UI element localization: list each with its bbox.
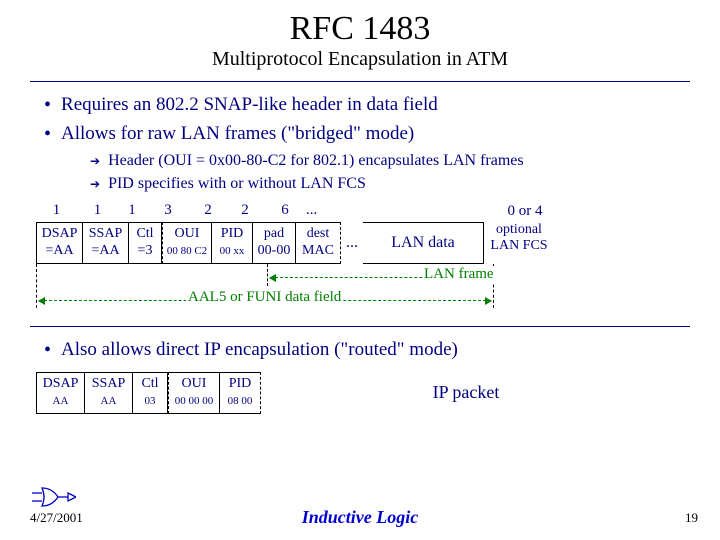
divider [30, 81, 690, 82]
d0t: DSAP [43, 376, 79, 391]
w0: 1 [36, 202, 77, 219]
slide-title: RFC 1483 [30, 10, 690, 48]
d1b: AA [101, 395, 117, 407]
d1t: SSAP [92, 376, 125, 391]
ip-packet-label: IP packet [336, 382, 596, 403]
footer-brand: Inductive Logic [0, 507, 720, 528]
slide-subtitle: Multiprotocol Encapsulation in ATM [30, 48, 690, 71]
divider-2 [30, 326, 690, 327]
w7: ... [306, 202, 336, 219]
footer-page-number: 19 [685, 510, 698, 526]
d4t: PID [229, 376, 252, 391]
fcs-top: 0 or 4 [494, 203, 556, 220]
ellipsis: ... [341, 234, 363, 252]
c0t: DSAP [42, 226, 78, 241]
c5b: 00-00 [258, 243, 291, 258]
c1t: SSAP [89, 226, 122, 241]
d4b: 08 00 [228, 395, 253, 407]
c4b: 00 xx [220, 245, 245, 257]
c0b: =AA [45, 243, 73, 258]
c4t: PID [221, 226, 244, 241]
bullet-1: Requires an 802.2 SNAP-like header in da… [61, 92, 438, 119]
bullet-2: Allows for raw LAN frames ("bridged" mod… [61, 121, 414, 148]
c6t: dest [307, 226, 330, 241]
d3b: 00 00 00 [175, 395, 214, 407]
c2b: =3 [138, 243, 153, 258]
bridged-diagram: 1 1 1 3 2 2 6 ... DSAP=AA SSAP=AA Ctl=3 … [36, 202, 676, 312]
d2b: 03 [145, 395, 156, 407]
c3b: 00 80 C2 [167, 245, 207, 257]
w3: 3 [146, 202, 190, 219]
w1: 1 [77, 202, 118, 219]
c6b: MAC [302, 243, 334, 258]
c5t: pad [264, 226, 284, 241]
w6: 6 [264, 202, 306, 219]
w4: 2 [190, 202, 226, 219]
d3t: OUI [182, 376, 207, 391]
lan-data: LAN data [391, 234, 455, 252]
d2t: Ctl [141, 376, 158, 391]
lan-frame-label: LAN frame [422, 266, 496, 283]
routed-diagram: DSAP AA SSAP AA Ctl 03 OUI 00 00 00 PID 08 00… [36, 372, 676, 432]
aal5-label: AAL5 or FUNI data field [186, 289, 343, 306]
fcs-cell: optional LAN FCS [488, 222, 550, 264]
c1b: =AA [91, 243, 119, 258]
bullet-3: Also allows direct IP encapsulation ("ro… [61, 337, 458, 364]
c2t: Ctl [136, 226, 153, 241]
c3t: OUI [175, 226, 200, 241]
d0b: AA [53, 395, 69, 407]
w2: 1 [118, 202, 146, 219]
w5: 2 [226, 202, 264, 219]
subbullet-1: Header (OUI = 0x00-80-C2 for 802.1) enca… [108, 150, 524, 172]
subbullet-2: PID specifies with or without LAN FCS [108, 173, 366, 195]
logic-gate-icon [32, 486, 76, 508]
